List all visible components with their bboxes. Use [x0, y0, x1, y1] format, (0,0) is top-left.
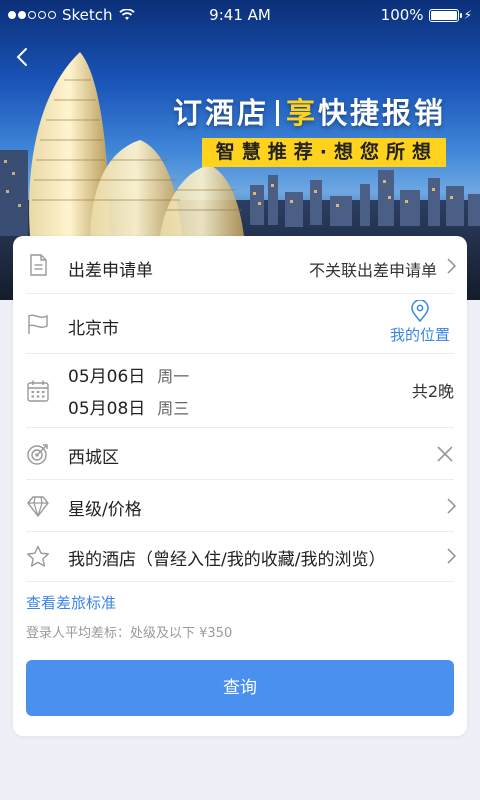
trip-request-value: 不关联出差申请单	[308, 261, 437, 280]
chevron-right-icon	[447, 548, 457, 564]
trip-request-row[interactable]: 出差申请单 不关联出差申请单	[13, 236, 467, 294]
nights-count: 共2晚	[411, 382, 454, 401]
star-icon	[27, 545, 49, 567]
slogan-highlight: 享	[285, 96, 318, 130]
checkout-date-value: 05月08日	[68, 399, 146, 419]
location-pin-icon	[411, 300, 429, 322]
city-name: 北京市	[68, 319, 119, 339]
chevron-left-icon	[16, 48, 27, 66]
query-button[interactable]: 查询	[26, 660, 454, 716]
target-icon	[27, 444, 48, 465]
clear-district-button[interactable]	[435, 444, 455, 464]
battery-percent: 100%	[380, 6, 424, 24]
battery-icon	[428, 8, 462, 22]
slogan-divider	[275, 100, 279, 126]
my-location-label: 我的位置	[389, 326, 450, 344]
view-travel-standard-link[interactable]: 查看差旅标准	[26, 592, 116, 613]
hero-slogan: 订酒店 享快捷报销	[173, 90, 446, 132]
checkin-date-value: 05月06日	[68, 367, 146, 387]
flag-icon	[28, 314, 48, 334]
document-icon	[30, 254, 47, 276]
battery-level-fill	[430, 10, 457, 20]
checkin-weekday: 周一	[157, 367, 190, 386]
row-divider	[26, 581, 454, 582]
checkout-weekday: 周三	[157, 399, 190, 418]
chevron-right-icon	[447, 258, 457, 274]
slogan-part1: 订酒店	[172, 96, 269, 130]
city-row[interactable]: 北京市 我的位置	[13, 294, 467, 354]
district-name: 西城区	[68, 448, 119, 468]
status-bar: Sketch 9:41 AM 100% ⚡	[0, 0, 480, 30]
travel-standard-note: 登录人平均差标：处级及以下 ¥350	[26, 626, 233, 641]
diamond-icon	[27, 496, 49, 518]
slogan-part2: 快捷报销	[317, 96, 446, 130]
checkin-date[interactable]: 05月06日 周一	[68, 362, 189, 387]
back-button[interactable]	[10, 44, 36, 70]
booking-form-card: 出差申请单 不关联出差申请单 北京市 我的位置 05月06日 周一 05月08日…	[13, 236, 467, 736]
my-hotels-label: 我的酒店（曾经入住/我的收藏/我的浏览）	[68, 550, 386, 570]
my-location-button[interactable]: 我的位置	[385, 300, 455, 348]
calendar-icon	[27, 380, 49, 402]
charging-bolt-icon: ⚡	[463, 8, 472, 22]
chevron-right-icon	[447, 498, 457, 514]
star-price-label: 星级/价格	[68, 500, 142, 520]
star-price-row[interactable]: 星级/价格	[13, 480, 467, 532]
my-hotels-row[interactable]: 我的酒店（曾经入住/我的收藏/我的浏览）	[13, 532, 467, 582]
district-row[interactable]: 西城区	[13, 428, 467, 480]
date-range-row[interactable]: 05月06日 周一 05月08日 周三 共2晚	[13, 354, 467, 428]
checkout-date[interactable]: 05月08日 周三	[68, 394, 189, 419]
trip-request-label: 出差申请单	[68, 261, 153, 281]
hero-tagline: 智慧推荐·想您所想	[201, 138, 446, 167]
